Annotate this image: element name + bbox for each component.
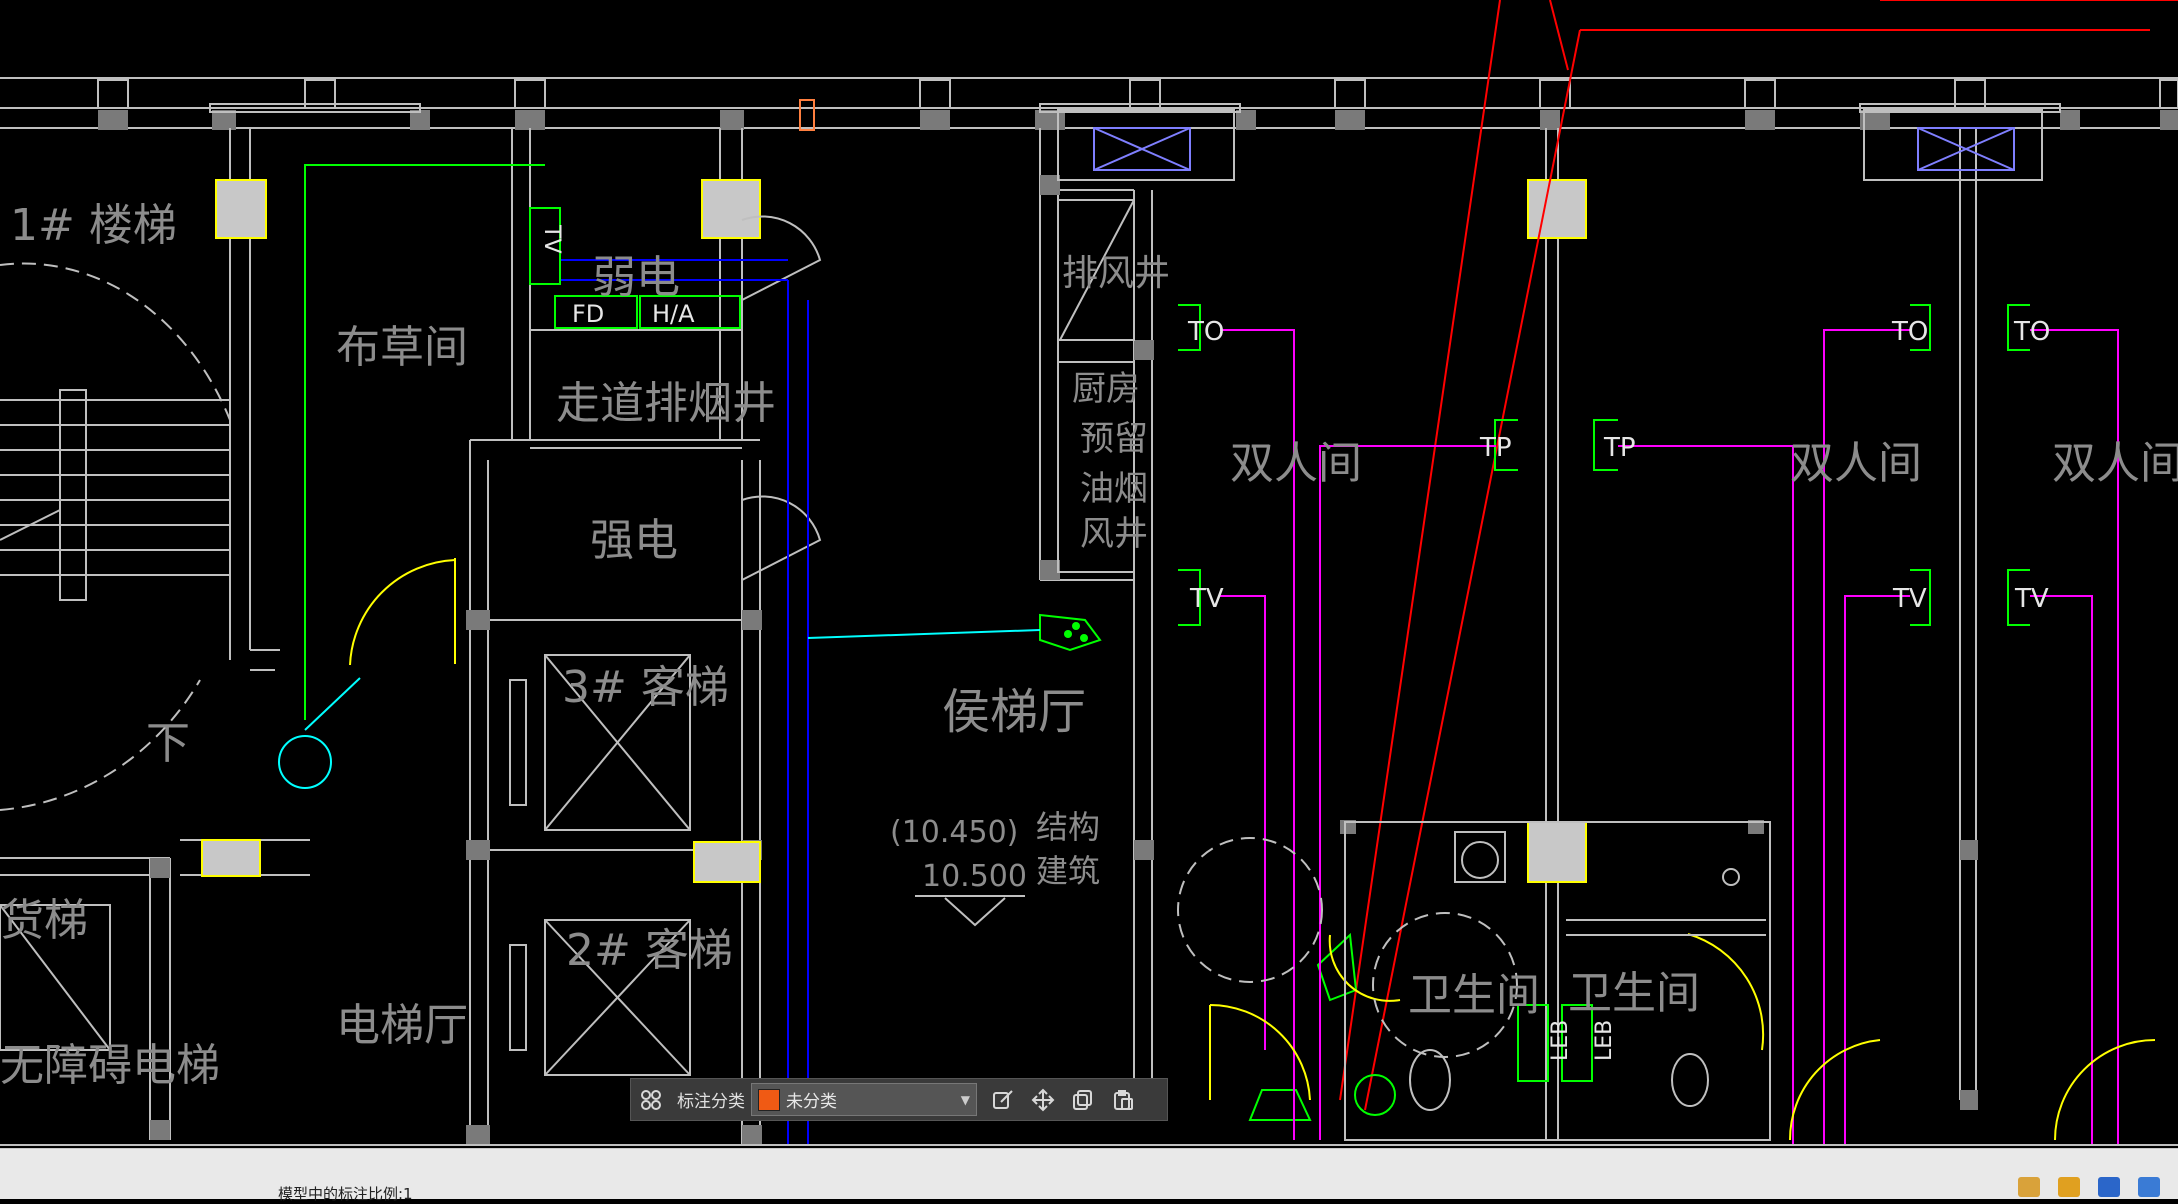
category-color-swatch — [758, 1088, 780, 1111]
window-icon[interactable] — [2138, 1177, 2160, 1197]
kitchen-reserve-line-4: 风井 — [1080, 514, 1148, 554]
elevator-3-label: 3# 客梯 — [562, 662, 729, 713]
to-label-r2: TO — [2013, 317, 2050, 347]
annotation-toolbar: 标注分类 未分类 ▼ — [630, 1078, 1168, 1121]
layer-icon[interactable] — [2018, 1177, 2040, 1197]
elevator-hall-label: 电梯厅 — [336, 1000, 468, 1051]
elevation-marker — [915, 895, 1025, 927]
accessible-elevator-label: 无障碍电梯 — [0, 1040, 220, 1091]
stair-1-label: 1# 楼梯 — [10, 200, 177, 251]
to-label-left: TO — [1187, 317, 1224, 347]
elevator-lobby-label: 侯梯厅 — [942, 684, 1086, 740]
chevron-down-icon: ▼ — [960, 1092, 970, 1107]
tv-vertical-label: TV — [539, 224, 564, 254]
grid-icon[interactable] — [631, 1078, 671, 1121]
toilet-label-1: 卫生间 — [1408, 970, 1540, 1021]
elevation-structure-label: 结构 — [1036, 808, 1100, 846]
structural-columns — [201, 179, 1587, 883]
hatch-mark — [799, 99, 815, 131]
tp-label-1: TP — [1479, 433, 1512, 463]
category-value: 未分类 — [786, 1092, 837, 1112]
kitchen-reserve-line-2: 预留 — [1080, 419, 1148, 459]
freight-elevator-label: 货梯 — [0, 895, 88, 946]
strong-power-label: 强电 — [590, 515, 678, 566]
annotation-scale-status: 模型中的标注比例:1 — [278, 1185, 413, 1203]
stair-down-label: 下 — [146, 718, 190, 769]
edit-icon[interactable] — [983, 1078, 1023, 1121]
elevation-structure-value: (10.450) — [890, 815, 1018, 850]
tp-label-2: TP — [1603, 433, 1636, 463]
corridor-smoke-label: 走道排烟井 — [556, 378, 776, 429]
elevator-2-label: 2# 客梯 — [566, 925, 733, 976]
cloth-room-label: 布草间 — [336, 322, 468, 373]
twin-room-label-3: 双人间 — [2052, 438, 2178, 489]
category-select[interactable]: 未分类 ▼ — [751, 1083, 977, 1116]
kitchen-reserve-line-3: 油烟 — [1080, 469, 1148, 509]
move-icon[interactable] — [1023, 1078, 1063, 1121]
elevation-building-label: 建筑 — [1036, 852, 1100, 890]
leb-label-1: LEB — [1548, 1020, 1573, 1061]
copy-icon[interactable] — [1063, 1078, 1103, 1121]
twin-room-label-1: 双人间 — [1230, 438, 1362, 489]
floor-plan-drawing: 1# 楼梯 布草间 弱电 走道排烟井 强电 排风井 厨房 预留 油烟 风井 3#… — [0, 0, 2178, 1146]
kitchen-reserve-line-1: 厨房 — [1072, 369, 1140, 409]
tv-label-r2: TV — [2014, 584, 2049, 614]
weak-power-label: 弱电 — [592, 252, 680, 303]
device-wiring[interactable] — [304, 164, 2030, 1121]
category-label: 标注分类 — [677, 1092, 745, 1112]
room-labels: 1# 楼梯 布草间 弱电 走道排烟井 强电 排风井 厨房 预留 油烟 风井 3#… — [0, 200, 2178, 1091]
twin-room-label-2: 双人间 — [1790, 438, 1922, 489]
elevation-building-value: 10.500 — [922, 859, 1027, 894]
fd-label: FD — [572, 300, 604, 328]
toilet-label-2: 卫生间 — [1568, 968, 1700, 1019]
leb-label-2: LEB — [1592, 1020, 1617, 1061]
to-label-r1: TO — [1891, 317, 1928, 347]
staircase — [0, 262, 231, 811]
cyan-sensor — [278, 677, 361, 789]
red-reference-lines — [1339, 0, 2178, 1111]
status-bar: 模型中的标注比例:1 — [0, 1148, 2178, 1203]
app-icon[interactable] — [2098, 1177, 2120, 1197]
paste-icon[interactable] — [1103, 1078, 1143, 1121]
tv-label-r1: TV — [1892, 584, 1927, 614]
settings-icon[interactable] — [2058, 1177, 2080, 1197]
cyan-cable — [807, 629, 1041, 639]
cad-drawing-canvas[interactable]: 1# 楼梯 布草间 弱电 走道排烟井 强电 排风井 厨房 预留 油烟 风井 3#… — [0, 0, 2178, 1148]
camera-dots — [1064, 622, 1088, 642]
exhaust-shaft-label: 排风井 — [1062, 253, 1170, 294]
status-icons — [2018, 1177, 2160, 1197]
ha-label: H/A — [652, 300, 695, 328]
tv-label-left: TV — [1189, 584, 1224, 614]
